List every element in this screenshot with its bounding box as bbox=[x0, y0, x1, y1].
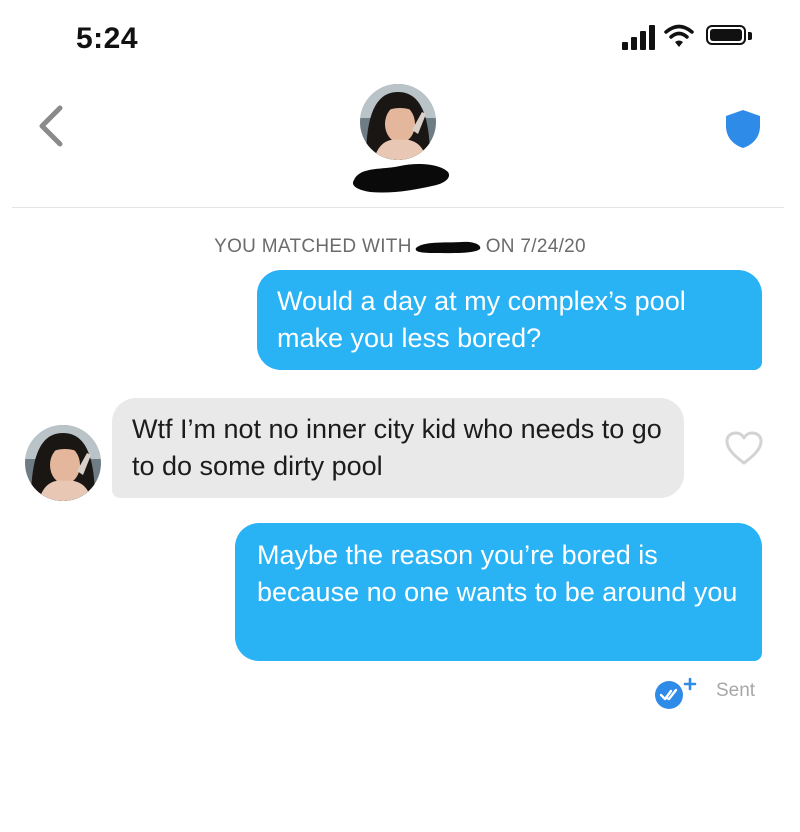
match-avatar[interactable] bbox=[360, 84, 436, 160]
outgoing-message-bubble[interactable]: Maybe the reason you’re bored is because… bbox=[235, 523, 762, 661]
status-time: 5:24 bbox=[76, 22, 139, 55]
sent-status: Sent bbox=[716, 680, 756, 701]
safety-shield-icon[interactable] bbox=[723, 108, 763, 150]
incoming-message-bubble[interactable]: Wtf I’m not no inner city kid who needs … bbox=[112, 398, 684, 498]
outgoing-message-bubble[interactable]: Would a day at my complex’s pool make yo… bbox=[257, 270, 762, 370]
sender-avatar[interactable] bbox=[25, 425, 101, 501]
battery-icon bbox=[706, 25, 752, 47]
header-divider bbox=[12, 207, 784, 208]
matched-name-redaction bbox=[415, 241, 481, 254]
match-suffix: ON 7/24/20 bbox=[485, 236, 586, 257]
name-redaction bbox=[352, 164, 450, 193]
wifi-icon bbox=[664, 24, 694, 47]
match-date-line: YOU MATCHED WITH ON 7/24/20 bbox=[0, 236, 800, 258]
cellular-signal-icon bbox=[622, 24, 656, 50]
match-prefix: YOU MATCHED WITH bbox=[214, 236, 412, 257]
back-chevron-icon[interactable] bbox=[34, 104, 68, 148]
read-receipt-check-icon[interactable] bbox=[654, 675, 702, 711]
like-heart-icon[interactable] bbox=[724, 430, 764, 466]
